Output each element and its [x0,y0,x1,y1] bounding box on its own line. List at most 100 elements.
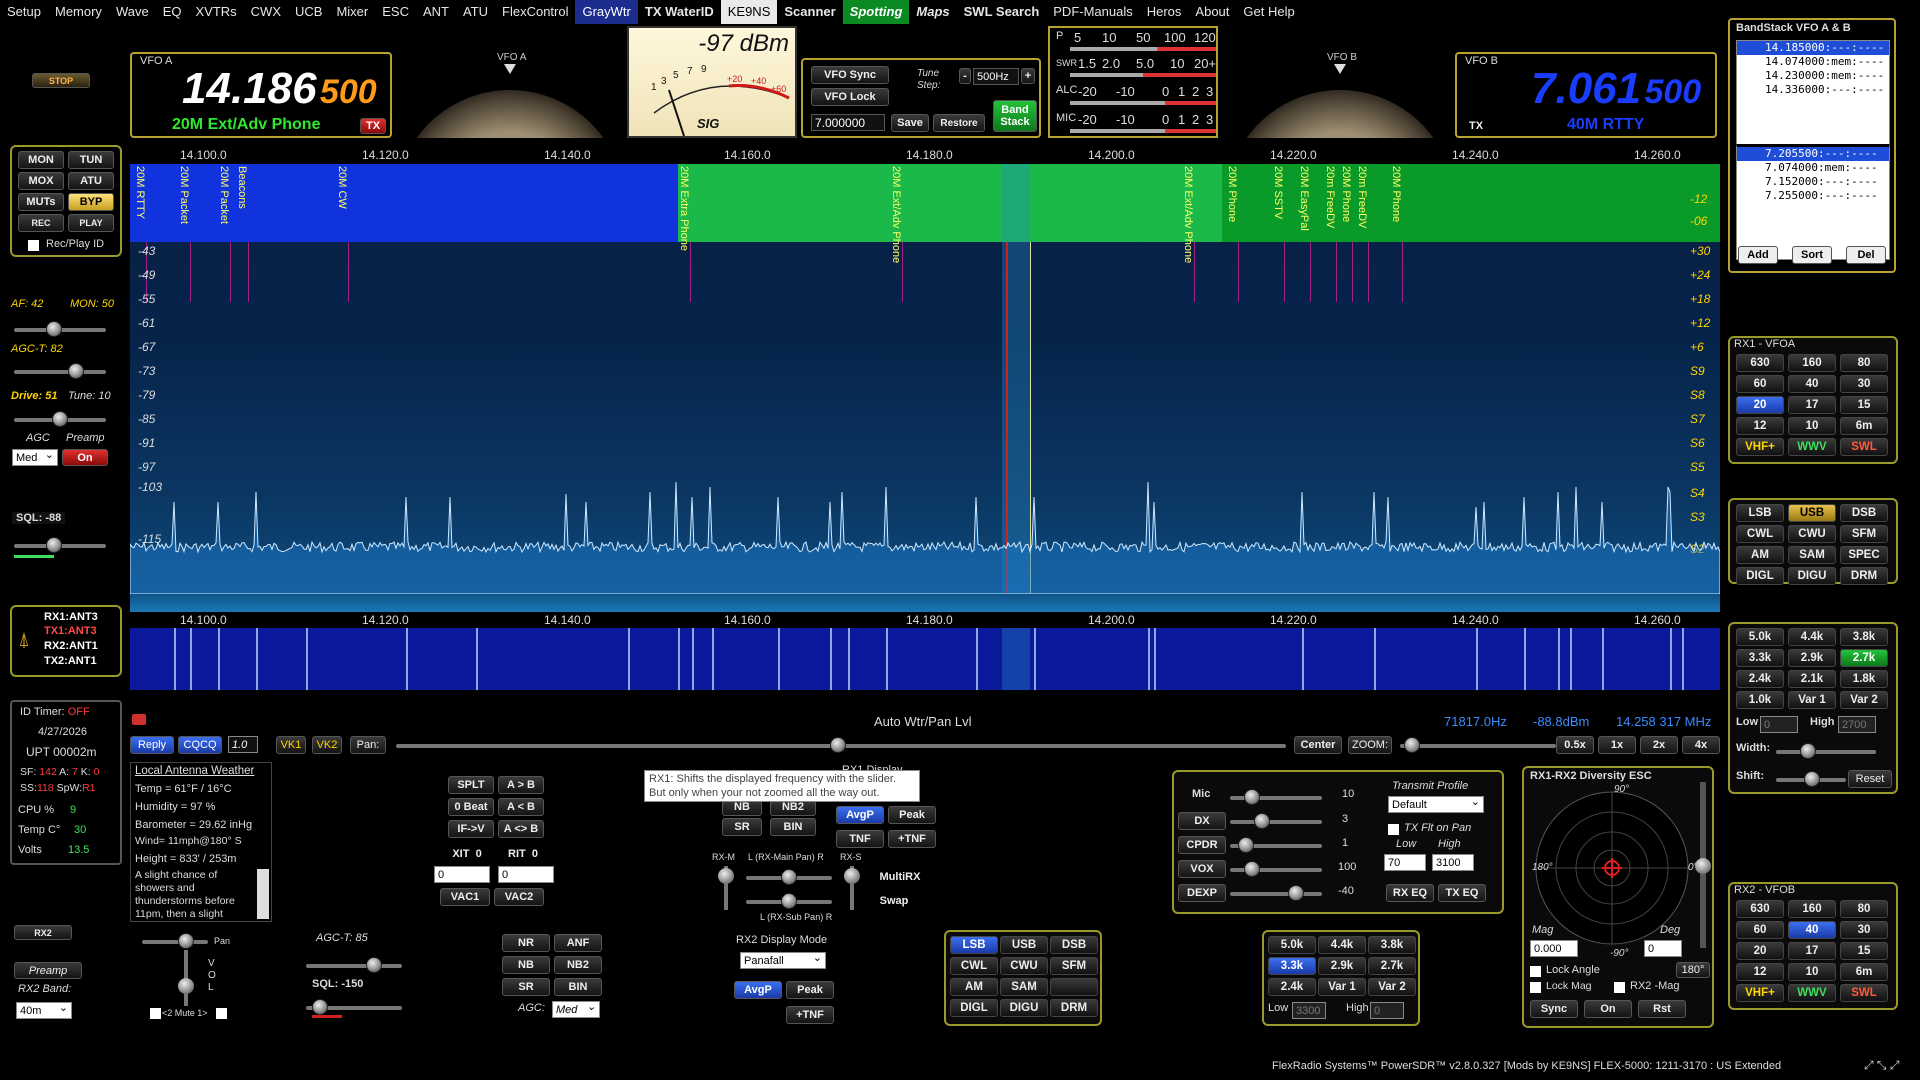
tx-low-input[interactable]: 70 [1384,854,1426,871]
menu-item-xvtrs[interactable]: XVTRs [188,0,243,24]
button-var-1[interactable]: Var 1 [1788,691,1836,709]
mox-button[interactable]: MOX [18,172,64,190]
filter-width-slider[interactable] [1776,750,1876,754]
list-item[interactable]: 7.152000:---:---- [1737,175,1889,189]
button-2-9k[interactable]: 2.9k [1788,649,1836,667]
button-17[interactable]: 17 [1788,396,1836,414]
button-sfm[interactable]: SFM [1840,525,1888,543]
button-spec[interactable]: SPEC [1840,546,1888,564]
button-sam[interactable]: SAM [1000,978,1048,996]
list-item[interactable]: 7.074000:mem:---- [1737,161,1889,175]
menu-item-spotting[interactable]: Spotting [842,0,910,24]
weather-scrollbar[interactable] [257,869,269,919]
rx2-display-mode-select[interactable]: Panafall [740,950,826,969]
list-item[interactable]: 7.205500:---:---- [1737,147,1889,161]
filter-shift-knob[interactable] [1804,771,1820,787]
vfo-b-dial[interactable]: VFO B [1225,50,1455,138]
rx2-nb2-button[interactable]: NB2 [554,956,602,974]
rx1-sr-button[interactable]: SR [722,818,762,836]
button-20[interactable]: 20 [1736,396,1784,414]
button-dsb[interactable]: DSB [1050,936,1098,954]
vk1-button[interactable]: VK1 [276,736,306,754]
tx1-antenna[interactable]: TX1:ANT3 [44,625,97,637]
button-12[interactable]: 12 [1736,417,1784,435]
button-digu[interactable]: DIGU [1000,999,1048,1017]
panadapter[interactable]: 14.100.0 14.120.0 14.140.0 14.160.0 14.180.0… [130,146,1720,612]
muts-button[interactable]: MUTs [18,193,64,211]
vfo-b-tx-badge[interactable]: TX [1463,118,1489,134]
button-17[interactable]: 17 [1788,942,1836,960]
bandstack-del-button[interactable]: Del [1846,246,1886,264]
rx1-bin-button[interactable]: BIN [770,818,816,836]
diversity-rst-button[interactable]: Rst [1638,1000,1686,1018]
dexp-button[interactable]: DEXP [1178,884,1226,902]
xit-button[interactable]: XIT 0 [442,846,492,862]
menu-item-setup[interactable]: Setup [0,0,48,24]
zoom-slider[interactable] [1400,744,1556,748]
button-80[interactable]: 80 [1840,900,1888,918]
button-am[interactable]: AM [1736,546,1784,564]
button-sam[interactable]: SAM [1788,546,1836,564]
button-2-7k[interactable]: 2.7k [1840,649,1888,667]
filter2-high-input[interactable]: 0 [1370,1002,1404,1019]
list-item[interactable]: 14.230000:mem:---- [1737,69,1889,83]
rx1-tnf-button[interactable]: TNF [836,830,884,848]
menu-item-maps[interactable]: Maps [909,0,956,24]
rx-eq-button[interactable]: RX EQ [1386,884,1434,902]
sql-slider-knob[interactable] [46,537,62,553]
tune-step-value[interactable]: 500Hz [973,68,1019,85]
tune-step-minus[interactable]: - [959,68,971,84]
rx2-agct-knob[interactable] [366,957,382,973]
rx2-nr-button[interactable]: NR [502,934,550,952]
button-swl[interactable]: SWL [1840,984,1888,1002]
cqcq-button[interactable]: CQCQ [178,736,222,754]
rx2-mute-2-checkbox[interactable] [150,1008,161,1019]
mic-slider-knob[interactable] [1244,789,1260,805]
xit-input[interactable]: 0 [434,866,490,883]
center-button[interactable]: Center [1294,736,1342,754]
camera-icon[interactable] [132,714,146,725]
menu-item-atu[interactable]: ATU [456,0,495,24]
window-resize-icons[interactable]: ⤢ ⤡ ⤢ [1864,1058,1899,1073]
menu-item-wave[interactable]: Wave [109,0,156,24]
button-vhf-[interactable]: VHF+ [1736,984,1784,1002]
atu-button[interactable]: ATU [68,172,114,190]
button-wwv[interactable]: WWV [1788,984,1836,1002]
b-to-a-button[interactable]: A < B [498,798,544,816]
vfo-sync-button[interactable]: VFO Sync [811,66,889,84]
rx2-preamp-button[interactable]: Preamp [14,962,82,979]
menu-item-pdf-manuals[interactable]: PDF-Manuals [1046,0,1139,24]
tx-high-input[interactable]: 3100 [1432,854,1474,871]
vfo-freq-input[interactable]: 7.000000 [811,114,885,131]
button-12[interactable]: 12 [1736,963,1784,981]
vfo-lock-button[interactable]: VFO Lock [811,88,889,106]
menu-item-ant[interactable]: ANT [416,0,456,24]
button-wwv[interactable]: WWV [1788,438,1836,456]
list-item[interactable]: 14.336000:---:---- [1737,83,1889,97]
bandstack-sort-button[interactable]: Sort [1792,246,1832,264]
diversity-on-button[interactable]: On [1584,1000,1632,1018]
rec-button[interactable]: REC [18,214,64,232]
button-630[interactable]: 630 [1736,354,1784,372]
button-40[interactable]: 40 [1788,921,1836,939]
rx-m-slider-knob[interactable] [718,868,734,884]
pan-slider-knob[interactable] [830,737,846,753]
mon-button[interactable]: MON [18,151,64,169]
swap-button[interactable]: Swap [870,892,918,910]
button-80[interactable]: 80 [1840,354,1888,372]
menu-item-about[interactable]: About [1188,0,1236,24]
rx2-mag-checkbox[interactable] [1614,982,1625,993]
rx2-mute-1-checkbox[interactable] [216,1008,227,1019]
menu-item-ucb[interactable]: UCB [288,0,329,24]
button-2-7k[interactable]: 2.7k [1368,957,1416,975]
drive-slider-knob[interactable] [52,411,68,427]
button-var-2[interactable]: Var 2 [1840,691,1888,709]
bandstack-add-button[interactable]: Add [1738,246,1778,264]
button-5-0k[interactable]: 5.0k [1736,628,1784,646]
rx1-antenna[interactable]: RX1:ANT3 [44,611,98,623]
rx2-sr-button[interactable]: SR [502,978,550,996]
button-160[interactable]: 160 [1788,900,1836,918]
dx-button[interactable]: DX [1178,812,1226,830]
button-6m[interactable]: 6m [1840,417,1888,435]
filter-width-knob[interactable] [1800,743,1816,759]
